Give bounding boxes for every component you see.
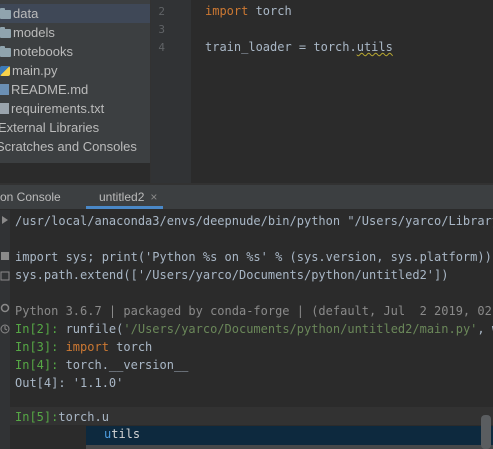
history-icon[interactable] (0, 323, 10, 335)
tree-item-label: requirements.txt (11, 101, 105, 116)
keyword: import (58, 340, 109, 354)
execute-icon[interactable] (0, 270, 10, 282)
tree-item-readme[interactable]: README.md (0, 80, 150, 99)
keyword: import (205, 4, 249, 18)
input-prompt: In[3]: (15, 340, 59, 354)
tree-item-main-py[interactable]: main.py (0, 61, 150, 80)
console-code: runfile( (58, 322, 124, 336)
tree-item-label: models (13, 25, 55, 40)
console-output-line: Out[4]: '1.1.0' (15, 376, 124, 390)
console-input-line: In[4]: torch.__version__ (15, 358, 188, 372)
code-text: torch (248, 4, 292, 18)
line-number: 3 (158, 23, 165, 36)
console-line: sys.path.extend(['/Users/yarco/Documents… (15, 268, 449, 282)
tab-untitled2[interactable]: untitled2 × (86, 185, 164, 209)
tab-label: on Console (0, 190, 61, 204)
stop-icon[interactable] (0, 250, 10, 262)
tree-item-label: data (13, 6, 39, 21)
text-file-icon (0, 103, 9, 114)
rerun-icon[interactable] (0, 214, 10, 226)
code-line-2[interactable]: import torch (205, 4, 292, 18)
code-line-4[interactable]: train_loader = torch.utils (205, 40, 393, 54)
input-prompt: In[4]: (15, 358, 59, 372)
folder-icon (0, 46, 11, 57)
tree-item-notebooks[interactable]: notebooks (0, 42, 150, 61)
code-text: train_loader = torch. (205, 40, 357, 54)
settings-icon[interactable] (0, 302, 10, 314)
console-input-line: In[2]: runfile('/Users/yarco/Documents/p… (15, 322, 493, 336)
console-command-line: /usr/local/anaconda3/envs/deepnude/bin/p… (15, 214, 493, 228)
completion-item-label[interactable]: utils (104, 427, 140, 441)
close-icon[interactable]: × (150, 190, 157, 204)
line-number: 4 (158, 41, 165, 54)
tab-label: untitled2 (99, 190, 145, 204)
scrollbar[interactable] (481, 415, 491, 449)
input-prompt: In[2]: (15, 322, 59, 336)
console-line: import sys; print('Python %s on %s' % (s… (15, 250, 492, 264)
input-prompt: In[5]: (15, 410, 59, 424)
console-code: , wdi (477, 322, 493, 336)
markdown-file-icon (0, 84, 9, 95)
tree-item-label: External Libraries (0, 120, 100, 135)
tree-item-scratches[interactable]: Scratches and Consoles (0, 137, 146, 156)
console-code: torch.__version__ (58, 358, 189, 372)
unresolved-reference: utils (356, 40, 393, 54)
folder-icon (0, 8, 11, 19)
console-input-line[interactable]: In[5]:torch.u (15, 410, 109, 424)
python-file-icon (0, 66, 10, 76)
tree-item-label: notebooks (13, 44, 73, 59)
console-string: '/Users/yarco/Documents/python/untitled2… (123, 322, 478, 336)
tree-item-label: Scratches and Consoles (0, 139, 137, 154)
console-input-line: In[3]: import torch (15, 340, 152, 354)
line-number: 2 (158, 5, 165, 18)
tree-item-models[interactable]: models (0, 23, 150, 42)
python-version-line: Python 3.6.7 | packaged by conda-forge |… (15, 304, 493, 318)
folder-icon (0, 27, 11, 38)
tab-python-console[interactable]: on Console (0, 185, 61, 209)
tree-item-label: main.py (12, 63, 58, 78)
completion-item-selected[interactable] (86, 426, 493, 445)
completion-rest: tils (111, 427, 141, 441)
tree-item-data[interactable]: data (0, 4, 150, 23)
tool-window-tabs: on Console untitled2 × (0, 185, 493, 210)
console-code: torch (108, 340, 153, 354)
code-editor[interactable] (191, 0, 493, 183)
tree-item-external-libraries[interactable]: External Libraries (0, 118, 148, 137)
console-input-field[interactable]: torch.u (58, 410, 109, 424)
tree-item-label: README.md (11, 82, 89, 97)
tree-item-requirements[interactable]: requirements.txt (0, 99, 150, 118)
